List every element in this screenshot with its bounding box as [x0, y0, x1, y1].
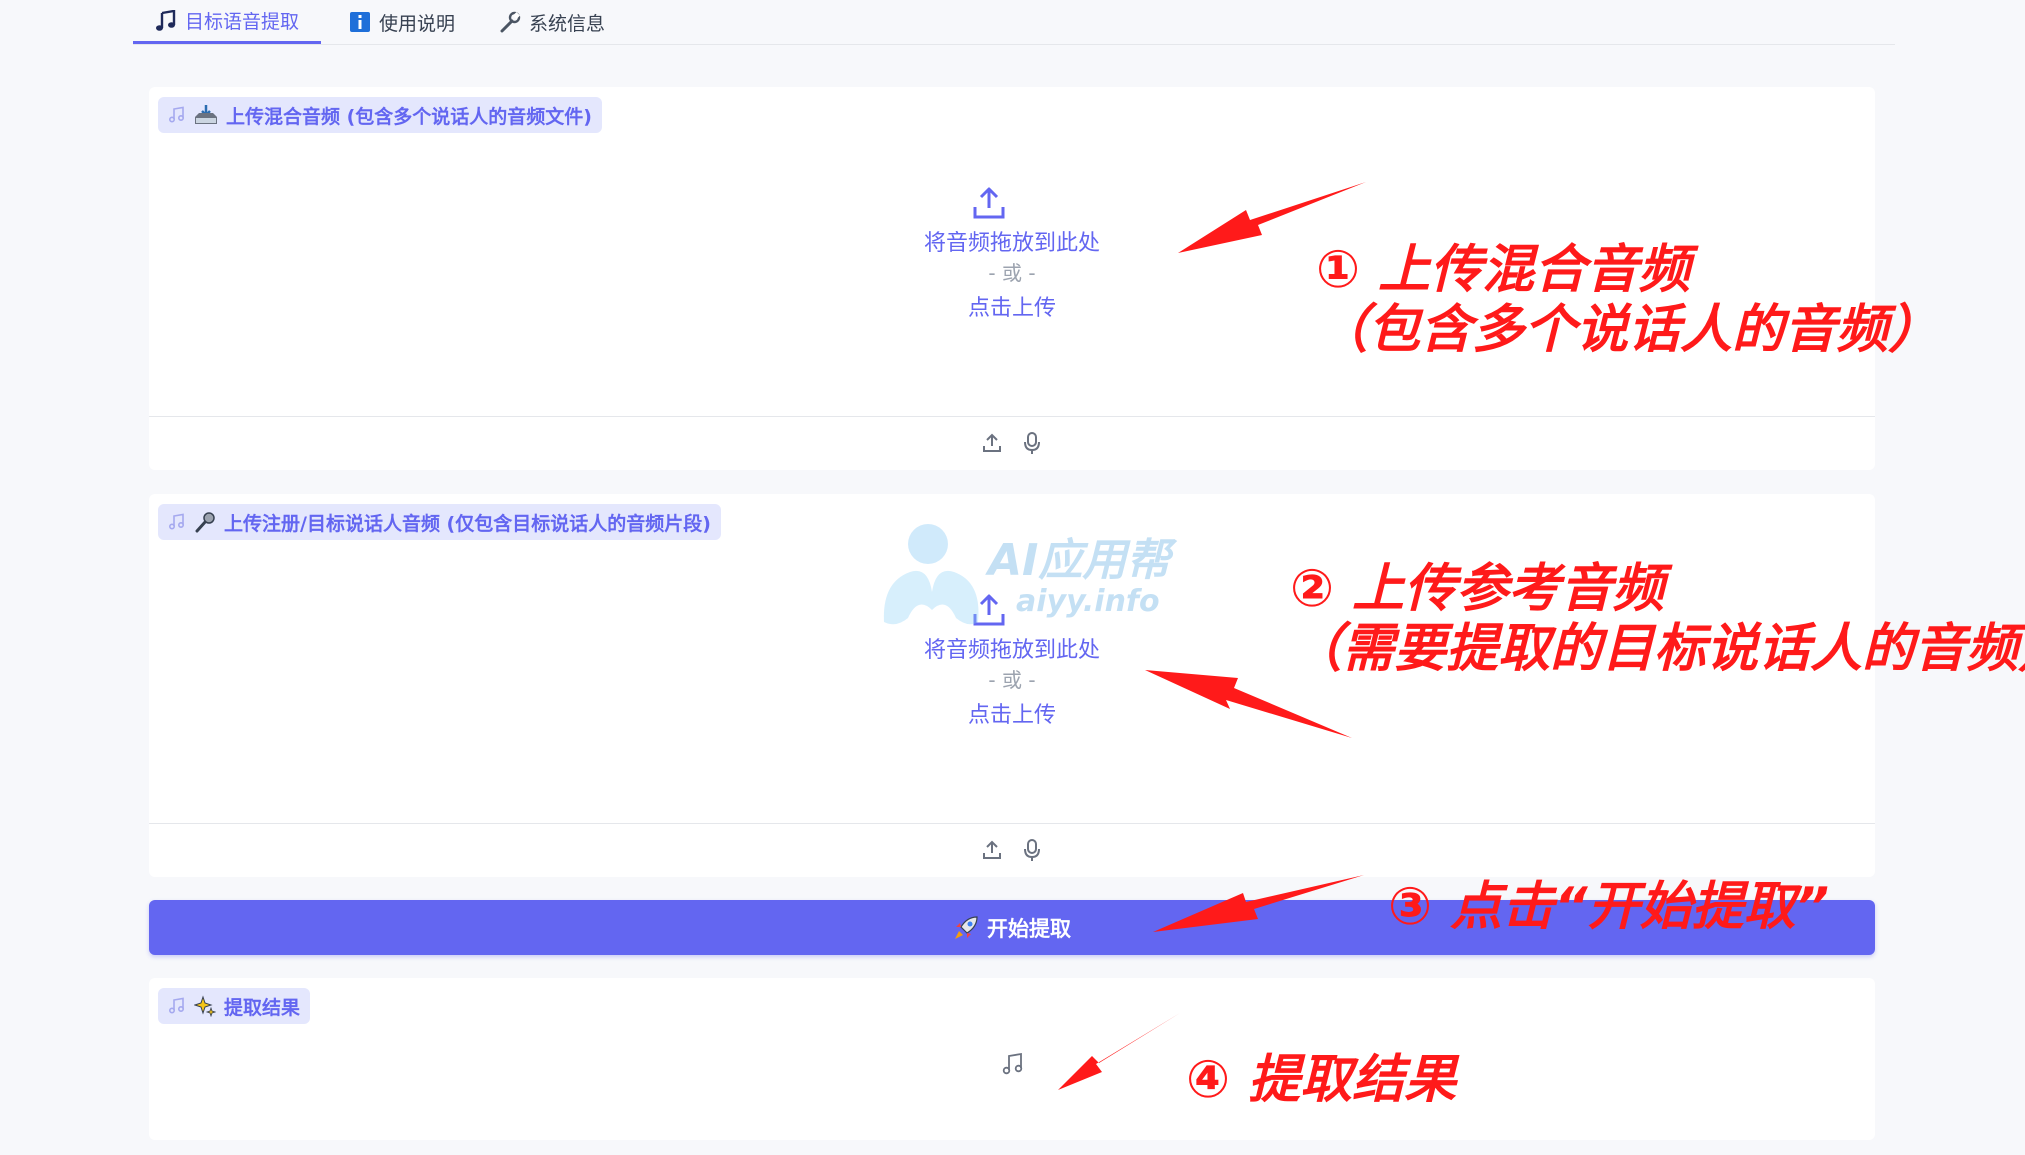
annotation-step2-line1: ② 上传参考音频: [1290, 559, 1665, 619]
annotation-step4: ④ 提取结果: [1186, 1050, 1457, 1110]
inbox-tray-icon: [194, 104, 218, 126]
watermark: AI应用帮 aiyy.info: [876, 522, 1176, 632]
rocket-icon: [953, 915, 979, 941]
music-note-icon: [1001, 1052, 1025, 1080]
reference-audio-label: 上传注册/目标说话人音频 (仅包含目标说话人的音频片段): [158, 504, 721, 540]
label-text: 上传注册/目标说话人音频 (仅包含目标说话人的音频片段): [224, 512, 711, 535]
tab-label: 使用说明: [379, 12, 456, 35]
start-button-label: 开始提取: [987, 916, 1071, 941]
upload-source-icon[interactable]: [981, 432, 1003, 454]
source-toolbar: [149, 824, 1875, 876]
watermark-url: aiyy.info: [1016, 584, 1160, 619]
info-icon: [349, 11, 371, 33]
source-toolbar: [149, 417, 1875, 469]
microphone-emoji-icon: [194, 511, 216, 533]
sparkles-icon: [194, 995, 216, 1017]
microphone-icon[interactable]: [1021, 838, 1043, 862]
label-text: 上传混合音频 (包含多个说话人的音频文件): [226, 105, 592, 128]
tab-label: 系统信息: [529, 12, 606, 35]
mixed-audio-label: 上传混合音频 (包含多个说话人的音频文件): [158, 97, 602, 133]
music-note-icon: [168, 997, 186, 1015]
tab-label: 目标语音提取: [185, 11, 300, 33]
music-note-icon: [168, 106, 186, 124]
tab-bar: 目标语音提取 使用说明 系统信息: [133, 0, 1895, 45]
result-label: 提取结果: [158, 988, 311, 1024]
music-note-icon: [168, 513, 186, 531]
tab-system-info[interactable]: 系统信息: [477, 0, 627, 44]
tab-target-speech-extraction[interactable]: 目标语音提取: [133, 0, 322, 44]
annotation-step3: ③ 点击“开始提取”: [1388, 877, 1830, 937]
watermark-logo-icon: [883, 524, 979, 625]
watermark-title: AI应用帮: [988, 535, 1171, 586]
upload-source-icon[interactable]: [981, 839, 1003, 861]
annotation-step1-line2: （包含多个说话人的音频）: [1316, 300, 1941, 360]
annotation-step2-line2: （需要提取的目标说话人的音频）: [1290, 619, 2025, 679]
click-upload-text[interactable]: 点击上传: [149, 697, 1875, 729]
tab-instructions[interactable]: 使用说明: [327, 0, 477, 44]
label-text: 提取结果: [224, 996, 301, 1019]
music-note-icon: [155, 9, 177, 32]
upload-icon: [971, 185, 1007, 225]
microphone-icon[interactable]: [1021, 431, 1043, 455]
wrench-icon: [499, 11, 521, 33]
annotation-step1-line1: ① 上传混合音频: [1316, 240, 1691, 300]
